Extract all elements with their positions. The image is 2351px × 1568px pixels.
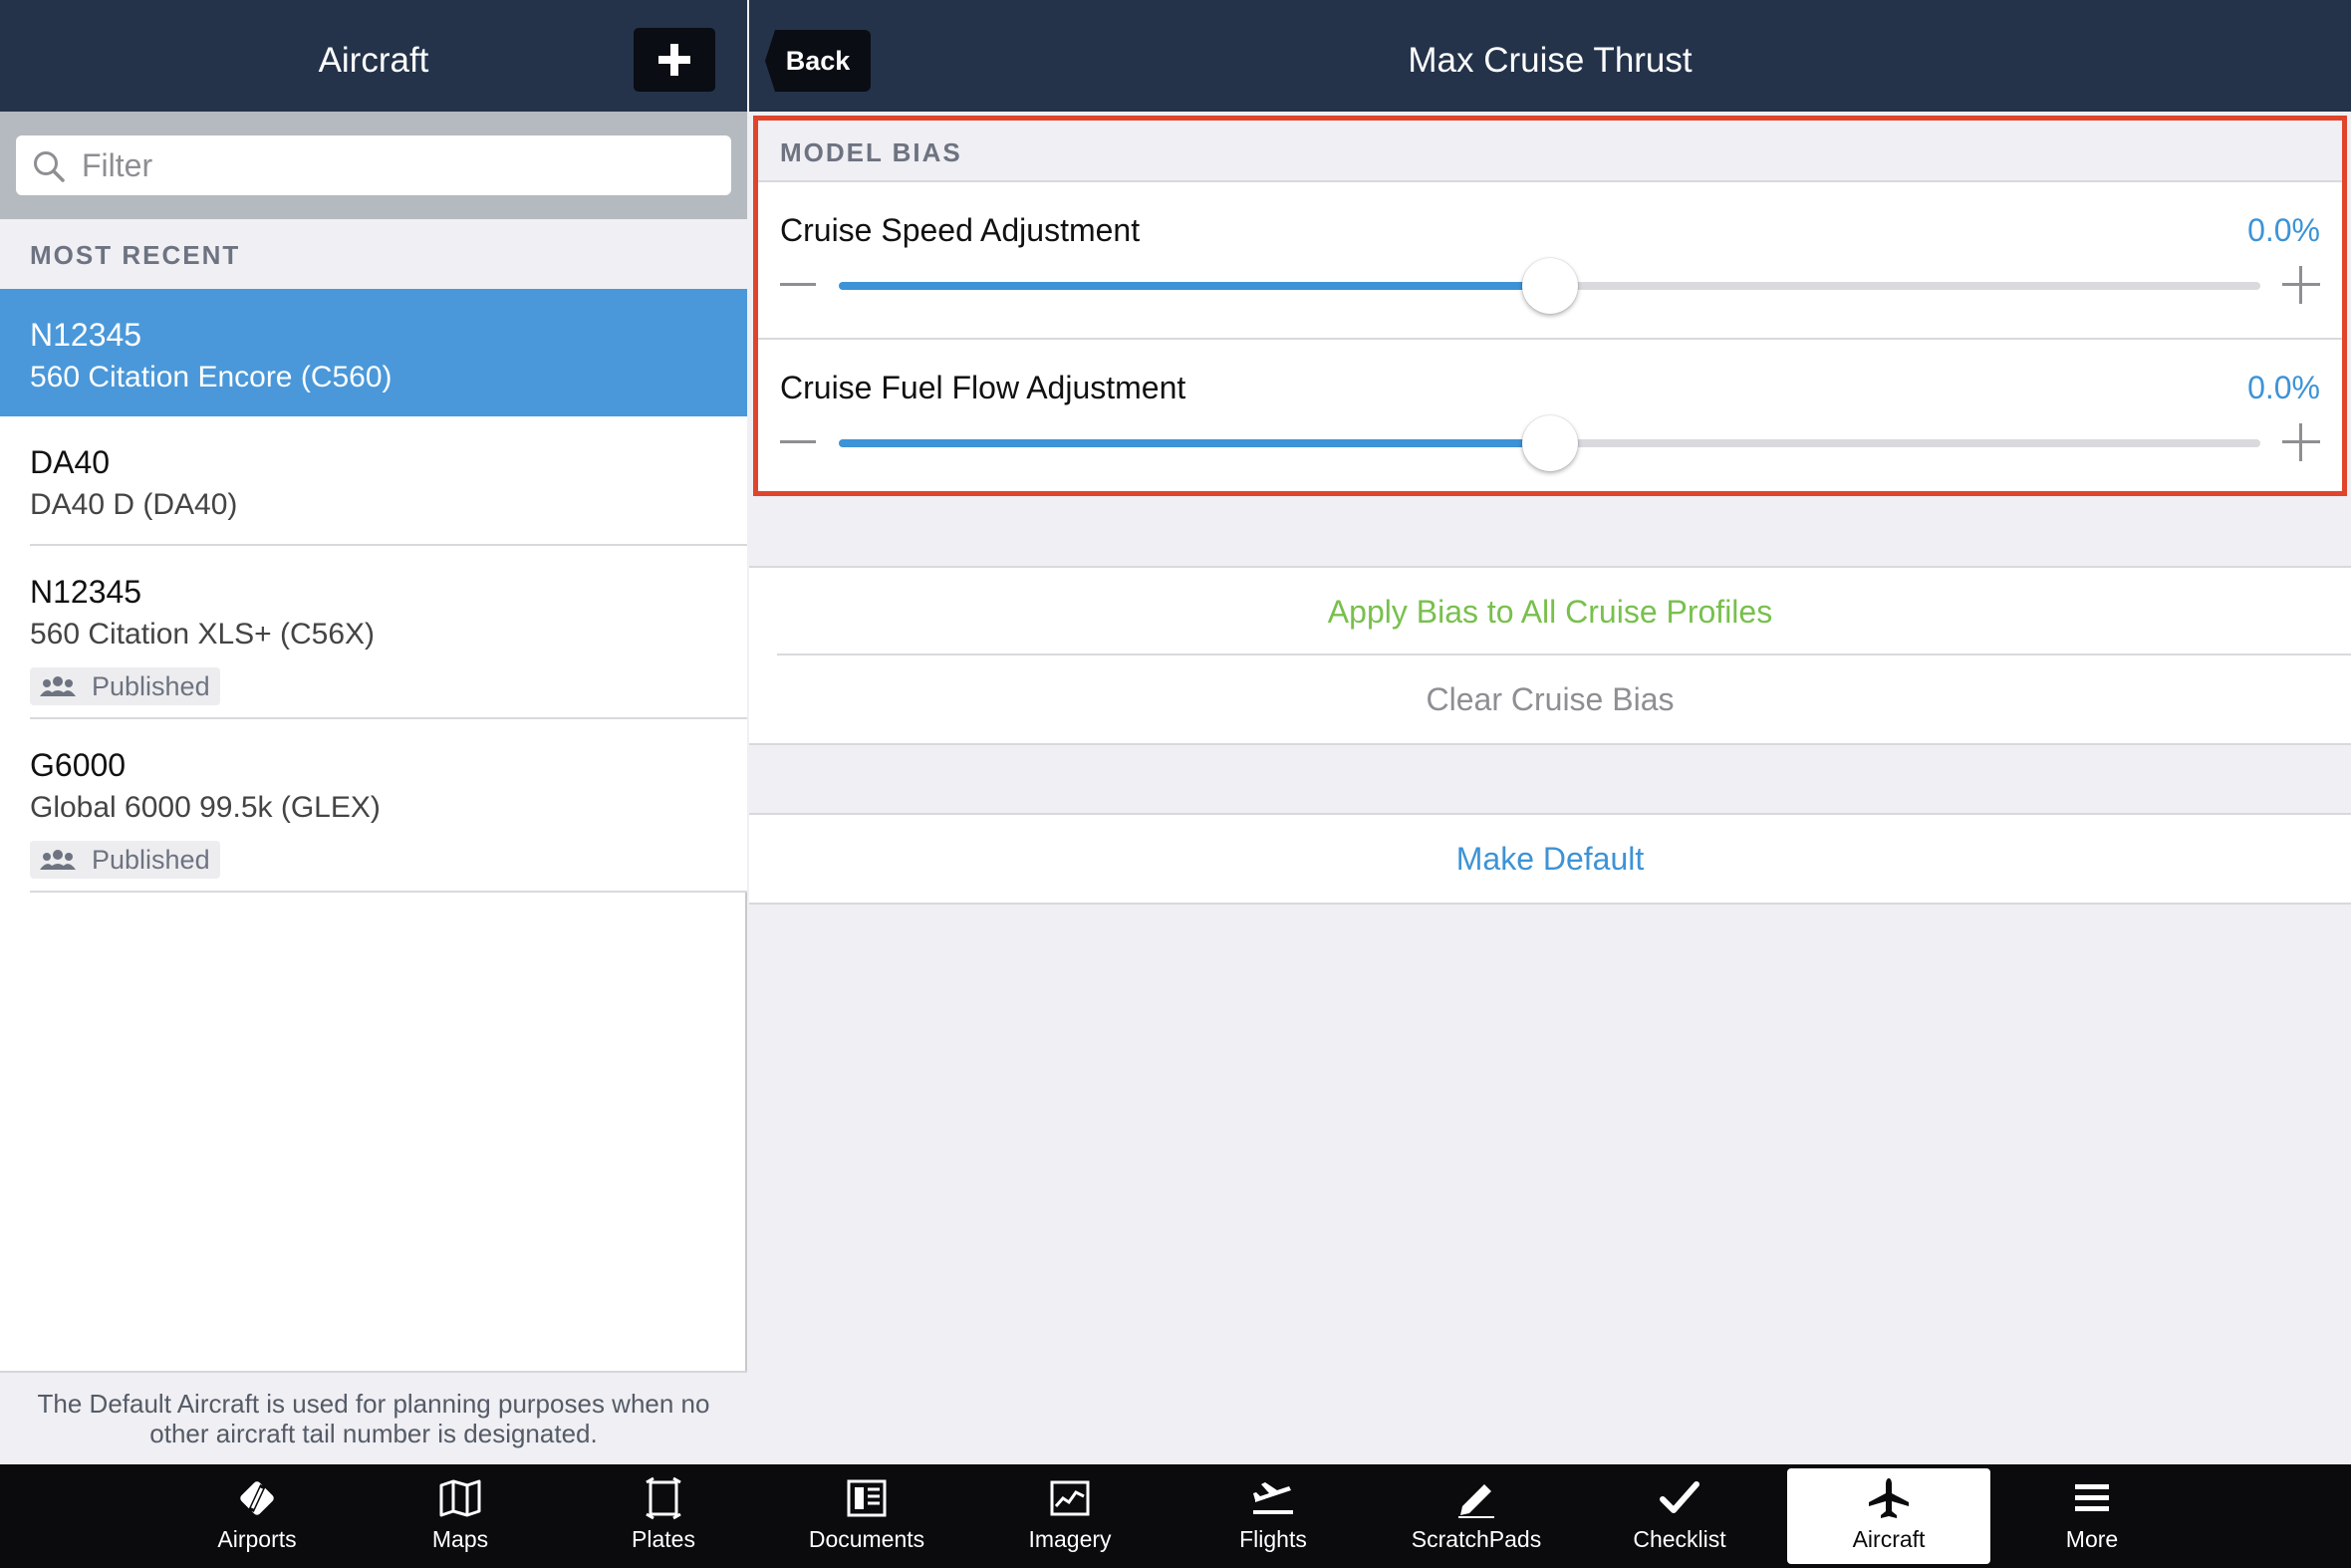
aircraft-model: 560 Citation Encore (C560) [30, 361, 392, 393]
flights-icon [1253, 1482, 1293, 1514]
search-icon [34, 151, 65, 182]
aircraft-icon [1869, 1478, 1909, 1518]
clear-bias-button[interactable]: Clear Cruise Bias [749, 655, 2351, 743]
back-button[interactable]: Back [765, 30, 871, 92]
model-bias-header: MODEL BIAS [758, 121, 2342, 182]
cruise-fuel-flow-slider[interactable] [839, 415, 2260, 471]
left-navbar: Aircraft [0, 0, 747, 112]
tab-label: Checklist [1633, 1526, 1726, 1552]
plus-icon[interactable] [2282, 423, 2320, 461]
maps-icon [439, 1479, 481, 1517]
documents-icon [847, 1479, 887, 1517]
aircraft-tail: G6000 [30, 747, 127, 783]
airports-icon [240, 1481, 274, 1515]
tab-bar: Airports Maps Plates Documents Imagery F… [0, 1464, 2351, 1568]
cruise-fuel-flow-row: Cruise Fuel Flow Adjustment 0.0% [758, 340, 2342, 497]
imagery-icon [1050, 1480, 1090, 1516]
group-icon [40, 676, 76, 696]
aircraft-model: Global 6000 99.5k (GLEX) [30, 791, 381, 824]
filter-box[interactable] [16, 135, 731, 195]
detail-pane: Max Cruise Thrust Back MODEL BIAS Cruise… [749, 0, 2351, 1464]
plus-icon[interactable] [2282, 266, 2320, 304]
tab-label: Maps [431, 1526, 489, 1552]
cruise-speed-label: Cruise Speed Adjustment [780, 212, 1141, 248]
checklist-icon [1660, 1481, 1699, 1513]
make-default-button[interactable]: Make Default [749, 815, 2351, 903]
aircraft-tail: N12345 [30, 317, 142, 353]
tab-scratchpads[interactable]: ScratchPads [1375, 1464, 1578, 1568]
right-navbar: Max Cruise Thrust Back [749, 0, 2351, 112]
aircraft-model: 560 Citation XLS+ (C56X) [30, 618, 376, 651]
default-actions: Make Default [749, 813, 2351, 905]
tab-label: Documents [808, 1526, 925, 1552]
tab-label: ScratchPads [1411, 1526, 1542, 1552]
tab-label: More [2065, 1526, 2119, 1552]
tab-flights[interactable]: Flights [1172, 1464, 1375, 1568]
published-badge: Published [30, 667, 220, 705]
detail-title: Max Cruise Thrust [1408, 41, 1693, 80]
most-recent-header: MOST RECENT [0, 219, 747, 289]
scratchpads-icon [1458, 1484, 1494, 1518]
cruise-speed-value: 0.0% [2247, 212, 2320, 248]
aircraft-list-item[interactable]: N12345 560 Citation XLS+ (C56X) Publishe… [0, 546, 747, 719]
tab-label: Airports [217, 1526, 297, 1552]
plates-icon [646, 1476, 681, 1520]
aircraft-list-item[interactable]: DA40 DA40 D (DA40) [0, 416, 747, 546]
divider [30, 891, 747, 893]
tab-checklist[interactable]: Checklist [1578, 1464, 1781, 1568]
tab-more[interactable]: More [1990, 1464, 2194, 1568]
plus-icon [658, 44, 690, 76]
group-icon [40, 850, 76, 870]
slider-thumb[interactable] [1521, 258, 1578, 314]
apply-bias-button[interactable]: Apply Bias to All Cruise Profiles [749, 568, 2351, 655]
aircraft-list-item[interactable]: G6000 Global 6000 99.5k (GLEX) Published [0, 719, 747, 893]
bias-actions: Apply Bias to All Cruise Profiles Clear … [749, 566, 2351, 745]
tab-imagery[interactable]: Imagery [968, 1464, 1172, 1568]
cruise-speed-slider[interactable] [839, 258, 2260, 314]
minus-icon[interactable] [780, 440, 816, 443]
slider-fill [839, 282, 1550, 290]
badge-label: Published [92, 670, 210, 701]
slider-fill [839, 439, 1550, 447]
cruise-speed-row: Cruise Speed Adjustment 0.0% [758, 182, 2342, 340]
aircraft-tail: DA40 [30, 444, 111, 480]
cruise-fuel-flow-value: 0.0% [2247, 370, 2320, 405]
tab-maps[interactable]: Maps [359, 1464, 562, 1568]
tab-aircraft[interactable]: Aircraft [1787, 1468, 1990, 1564]
aircraft-tail: N12345 [30, 574, 142, 610]
minus-icon[interactable] [780, 283, 816, 286]
tab-documents[interactable]: Documents [765, 1464, 968, 1568]
add-aircraft-button[interactable] [634, 28, 715, 92]
default-aircraft-note: The Default Aircraft is used for plannin… [0, 1371, 747, 1464]
tab-label: Flights [1239, 1526, 1307, 1552]
tab-plates[interactable]: Plates [562, 1464, 765, 1568]
slider-thumb[interactable] [1521, 415, 1578, 471]
aircraft-model: DA40 D (DA40) [30, 488, 238, 521]
cruise-fuel-flow-label: Cruise Fuel Flow Adjustment [780, 370, 1186, 405]
tab-label: Aircraft [1852, 1526, 1926, 1552]
filter-bar [0, 112, 747, 219]
badge-label: Published [92, 844, 210, 875]
more-icon [2075, 1484, 2109, 1511]
tab-label: Imagery [1028, 1526, 1112, 1552]
aircraft-list-pane: Aircraft MOST RECENT N12345 560 Citation… [0, 0, 747, 1464]
model-bias-panel: MODEL BIAS Cruise Speed Adjustment 0.0% … [753, 116, 2347, 496]
tab-airports[interactable]: Airports [155, 1464, 359, 1568]
filter-input[interactable] [82, 135, 719, 195]
tab-label: Plates [632, 1526, 695, 1552]
published-badge: Published [30, 841, 220, 879]
aircraft-list-item[interactable]: N12345 560 Citation Encore (C560) [0, 289, 747, 416]
